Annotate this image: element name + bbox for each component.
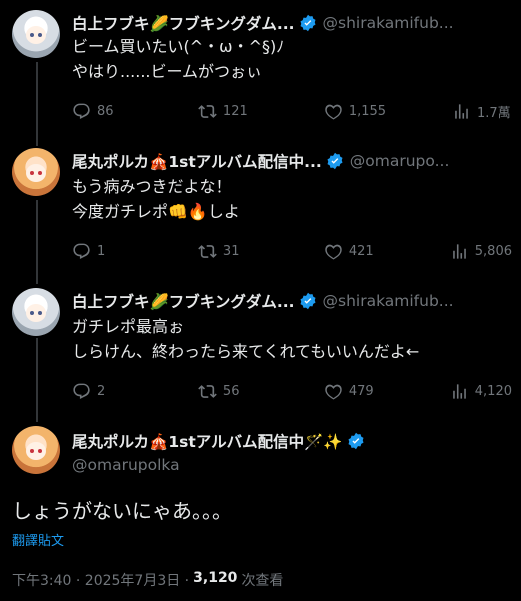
- like-button[interactable]: 479: [324, 382, 384, 401]
- display-name[interactable]: 白上フブキ🌽フブキングダム...: [72, 290, 295, 312]
- reply-icon: [73, 243, 90, 259]
- tweet-header: 白上フブキ🌽フブキングダム... @shirakamifub...: [72, 12, 509, 34]
- display-name[interactable]: 尾丸ポルカ🎪1stアルバム配信中🪄✨: [72, 430, 343, 452]
- user-handle[interactable]: @shirakamifub...: [323, 292, 454, 310]
- like-button[interactable]: 1,155: [324, 102, 386, 121]
- retweet-count: 121: [222, 103, 248, 119]
- focused-tweet-text: しょうがないにゃあ。。。: [12, 499, 232, 523]
- user-handle[interactable]: @shirakamifub...: [323, 14, 454, 32]
- tweet-header: 白上フブキ🌽フブキングダム... @shirakamifub...: [72, 290, 509, 312]
- verified-badge-icon: [300, 14, 315, 32]
- verified-badge-icon: [300, 292, 315, 310]
- retweet-icon: [198, 244, 217, 258]
- tweet-text: もう病みつきだよな！ 今度ガチレポ👊🔥しよ: [72, 177, 240, 221]
- user-handle[interactable]: @omarupolka: [72, 456, 180, 474]
- avatar[interactable]: [12, 10, 60, 58]
- display-name[interactable]: 尾丸ポルカ🎪1stアルバム配信中...: [72, 150, 322, 172]
- avatar[interactable]: [12, 288, 60, 336]
- action-bar: 86 121 1,155 1.7萬: [72, 100, 512, 122]
- retweet-count: 31: [222, 243, 240, 259]
- retweet-icon: [198, 104, 217, 118]
- reply-button[interactable]: 1: [72, 242, 132, 261]
- heart-icon: [325, 384, 342, 399]
- avatar[interactable]: [12, 426, 60, 474]
- reply-button[interactable]: 86: [72, 102, 132, 121]
- analytics-icon: [455, 103, 468, 119]
- display-name[interactable]: 白上フブキ🌽フブキングダム...: [72, 12, 295, 34]
- like-button[interactable]: 421: [324, 242, 384, 261]
- views-button[interactable]: 4,120: [450, 382, 512, 401]
- view-label: 次查看: [241, 573, 284, 589]
- reply-icon: [73, 383, 90, 399]
- like-count: 421: [348, 243, 374, 259]
- retweet-button[interactable]: 121: [198, 102, 258, 121]
- tweet-text: ガチレポ最高ぉ しらけん、終わったら来てくれてもいいんだよ←: [72, 317, 420, 361]
- reply-count: 1: [97, 243, 106, 259]
- tweet-metadata: 下午3:40 · 2025年7月3日 · 3,120 次查看: [12, 570, 283, 590]
- action-bar: 1 31 421 5,806: [72, 240, 512, 262]
- tweet-2[interactable]: 尾丸ポルカ🎪1stアルバム配信中... @omarupo... もう病みつきだよ…: [0, 148, 521, 268]
- verified-badge-icon: [348, 432, 364, 450]
- tweet-text: ビーム買いたい(^・ω・^§)ﾉ やはり......ビームがつぉぃ: [72, 37, 285, 81]
- views-count: 1.7萬: [476, 105, 511, 121]
- analytics-icon: [452, 383, 466, 399]
- verified-badge-icon: [327, 152, 343, 170]
- views-count: 5,806: [474, 243, 512, 259]
- retweet-count: 56: [222, 383, 240, 399]
- timestamp[interactable]: 下午3:40 · 2025年7月3日 ·: [12, 570, 189, 590]
- tweet-1[interactable]: 白上フブキ🌽フブキングダム... @shirakamifub... ビーム買いた…: [0, 10, 521, 130]
- retweet-button[interactable]: 31: [198, 242, 258, 261]
- handle-row: @omarupolka: [72, 454, 509, 476]
- heart-icon: [325, 104, 342, 119]
- like-count: 1,155: [348, 103, 387, 119]
- translate-post-link[interactable]: 翻譯貼文: [12, 530, 64, 549]
- views-count: 4,120: [474, 383, 512, 399]
- heart-icon: [325, 244, 342, 259]
- user-handle[interactable]: @omarupo...: [350, 152, 450, 170]
- reply-count: 86: [97, 103, 114, 119]
- reply-count: 2: [97, 383, 106, 399]
- retweet-button[interactable]: 56: [198, 382, 258, 401]
- views-button[interactable]: 5,806: [450, 242, 512, 261]
- tweet-header: 尾丸ポルカ🎪1stアルバム配信中... @omarupo...: [72, 150, 509, 172]
- like-count: 479: [348, 383, 374, 399]
- retweet-icon: [198, 384, 217, 398]
- views-button[interactable]: 1.7萬: [452, 102, 512, 121]
- tweet-header: 尾丸ポルカ🎪1stアルバム配信中🪄✨: [72, 430, 509, 452]
- view-count: 3,120: [193, 570, 238, 586]
- reply-icon: [73, 103, 90, 119]
- action-bar: 2 56 479 4,120: [72, 380, 512, 402]
- tweet-3[interactable]: 白上フブキ🌽フブキングダム... @shirakamifub... ガチレポ最高…: [0, 288, 521, 408]
- avatar[interactable]: [12, 148, 60, 196]
- reply-button[interactable]: 2: [72, 382, 132, 401]
- analytics-icon: [452, 243, 466, 259]
